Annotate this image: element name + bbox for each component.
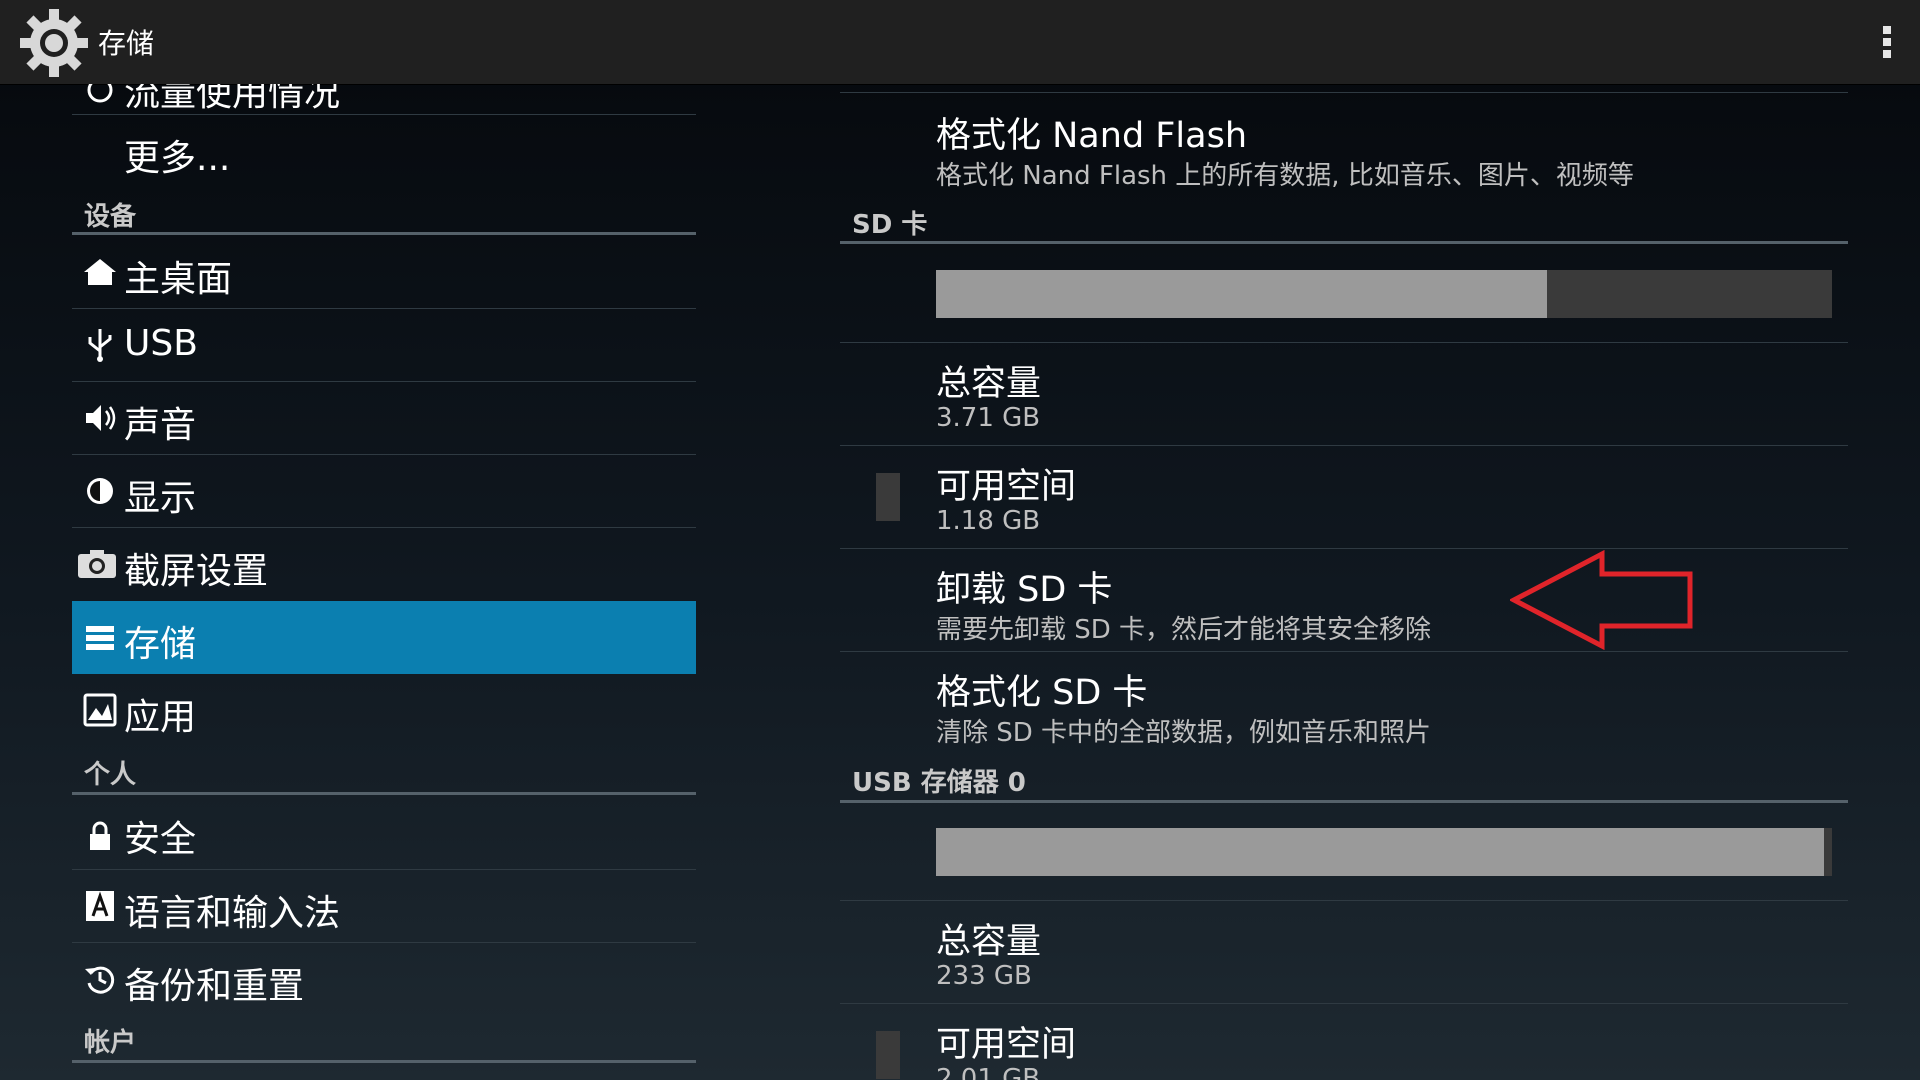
- sd-available-space-item: 可用空间 1.18 GB: [840, 446, 1848, 548]
- camera-icon: [78, 550, 116, 578]
- item-title: 格式化 Nand Flash: [936, 116, 1248, 156]
- apps-icon: [83, 693, 117, 727]
- sidebar-item-data-usage[interactable]: 流量使用情况: [72, 84, 696, 114]
- sidebar-item-label: 截屏设置: [124, 551, 269, 592]
- item-title: 卸载 SD 卡: [936, 570, 1113, 610]
- item-subtitle: 需要先卸载 SD 卡，然后才能将其安全移除: [936, 615, 1432, 645]
- sidebar-item-storage[interactable]: 存储: [72, 601, 696, 674]
- item-title: 总容量: [936, 364, 1042, 404]
- sidebar-item-label: 存储: [124, 624, 197, 665]
- section-header-sd-card: SD 卡: [852, 210, 928, 240]
- sidebar-item-security[interactable]: 安全: [72, 796, 696, 872]
- red-arrow-pointer-icon: [1510, 550, 1693, 650]
- unmount-sd-card-item[interactable]: 卸载 SD 卡 需要先卸载 SD 卡，然后才能将其安全移除: [840, 549, 1848, 651]
- item-value: 233 GB: [936, 961, 1032, 991]
- restore-icon: [85, 966, 115, 994]
- item-value: 3.71 GB: [936, 403, 1041, 433]
- sidebar-item-label: 安全: [124, 819, 197, 860]
- sidebar-item-label: 主桌面: [124, 259, 233, 300]
- section-header-accounts: 帐户: [84, 1028, 137, 1058]
- sidebar-item-home[interactable]: 主桌面: [72, 236, 696, 308]
- sd-usage-fill: [936, 270, 1548, 318]
- section-header-usb-storage: USB 存储器 0: [852, 768, 1026, 798]
- sidebar-item-label: 备份和重置: [124, 966, 305, 1007]
- item-title: 可用空间: [936, 467, 1077, 507]
- sidebar-item-label: 显示: [124, 478, 197, 519]
- usb-icon: [88, 329, 112, 362]
- lock-icon: [90, 821, 110, 850]
- sidebar-item-screenshot-settings[interactable]: 截屏设置: [72, 528, 696, 600]
- sd-usage-bar: [936, 270, 1832, 318]
- data-usage-icon: [87, 84, 113, 103]
- speaker-icon: [86, 405, 116, 431]
- sidebar-item-more[interactable]: 更多...: [72, 115, 696, 187]
- brightness-icon: [87, 478, 113, 504]
- usb-available-space-item: 可用空间 2.01 GB: [840, 1004, 1848, 1080]
- usb-total-capacity-item: 总容量 233 GB: [840, 901, 1848, 1003]
- sd-total-capacity-item: 总容量 3.71 GB: [840, 343, 1848, 445]
- item-subtitle: 清除 SD 卡中的全部数据，例如音乐和照片: [936, 718, 1432, 748]
- section-header-personal: 个人: [84, 760, 137, 790]
- settings-sidebar: 流量使用情况 更多... 设备 主桌面 USB 声音 显示 截屏设置 存储 应用…: [72, 84, 696, 1080]
- item-subtitle: 格式化 Nand Flash 上的所有数据, 比如音乐、图片、视频等: [936, 161, 1634, 191]
- keyboard-icon: [86, 891, 114, 921]
- storage-details-pane: 格式化 Nand Flash 格式化 Nand Flash 上的所有数据, 比如…: [840, 84, 1848, 1080]
- usb-usage-fill: [936, 828, 1824, 876]
- available-color-swatch: [876, 473, 900, 521]
- item-title: 总容量: [936, 922, 1042, 962]
- sidebar-item-language-input[interactable]: 语言和输入法: [72, 870, 696, 942]
- section-header-device: 设备: [84, 202, 137, 232]
- sidebar-item-usb[interactable]: USB: [72, 309, 696, 381]
- storage-icon: [86, 626, 114, 650]
- sidebar-item-apps[interactable]: 应用: [72, 674, 696, 746]
- format-sd-card-item[interactable]: 格式化 SD 卡 清除 SD 卡中的全部数据，例如音乐和照片: [840, 652, 1848, 754]
- item-value: 2.01 GB: [936, 1064, 1041, 1080]
- action-bar-title: 存储: [98, 27, 155, 60]
- settings-gear-icon[interactable]: [18, 7, 90, 79]
- item-title: 可用空间: [936, 1025, 1077, 1065]
- sidebar-item-label: USB: [124, 323, 198, 364]
- sidebar-item-sound[interactable]: 声音: [72, 382, 696, 454]
- sidebar-item-label: 语言和输入法: [124, 893, 341, 934]
- action-bar: 存储: [0, 0, 1920, 85]
- home-icon: [84, 259, 116, 285]
- sidebar-item-label: 应用: [124, 697, 197, 738]
- overflow-menu-icon[interactable]: [1882, 26, 1892, 58]
- item-value: 1.18 GB: [936, 506, 1041, 536]
- usb-usage-bar: [936, 828, 1832, 876]
- format-nand-item[interactable]: 格式化 Nand Flash 格式化 Nand Flash 上的所有数据, 比如…: [840, 93, 1848, 193]
- sidebar-item-display[interactable]: 显示: [72, 455, 696, 527]
- sidebar-item-label: 声音: [124, 405, 197, 446]
- sidebar-item-label: 更多...: [124, 138, 231, 179]
- sidebar-item-label: 流量使用情况: [124, 84, 341, 114]
- sidebar-item-backup-reset[interactable]: 备份和重置: [72, 943, 696, 1015]
- available-color-swatch: [876, 1031, 900, 1079]
- item-title: 格式化 SD 卡: [936, 673, 1148, 713]
